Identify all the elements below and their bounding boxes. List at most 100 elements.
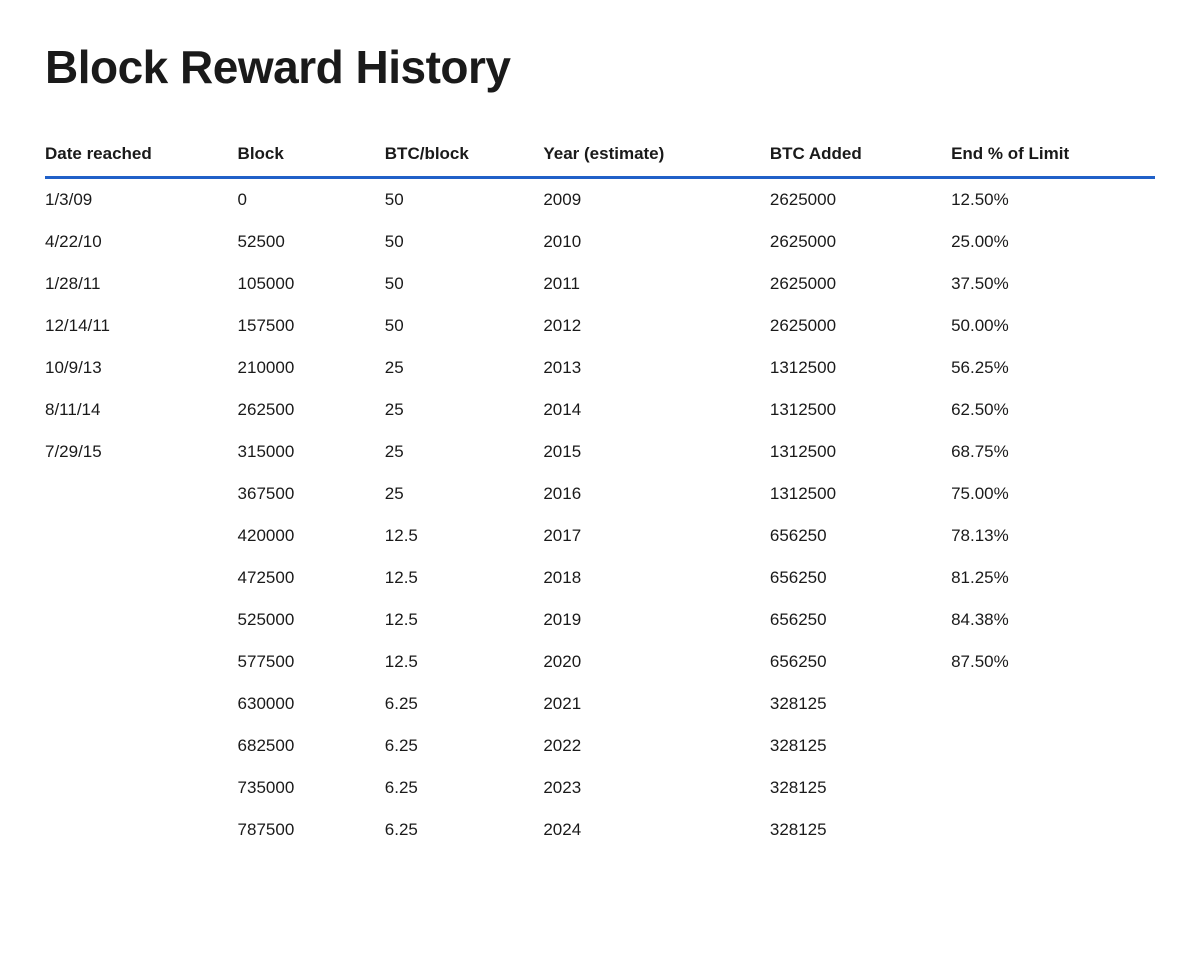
cell-date: 1/28/11 [45, 263, 238, 305]
cell-date: 4/22/10 [45, 221, 238, 263]
cell-btc-block: 25 [385, 473, 544, 515]
cell-date [45, 683, 238, 725]
table-row: 7875006.252024328125 [45, 809, 1155, 851]
cell-year: 2009 [543, 179, 770, 221]
cell-block: 0 [238, 179, 385, 221]
table-row: 367500252016131250075.00% [45, 473, 1155, 515]
cell-btc-block: 12.5 [385, 641, 544, 683]
cell-end-pct: 78.13% [951, 515, 1155, 557]
cell-date [45, 767, 238, 809]
col-header-btc-added: BTC Added [770, 134, 951, 176]
cell-year: 2010 [543, 221, 770, 263]
cell-year: 2016 [543, 473, 770, 515]
cell-btc-added: 2625000 [770, 263, 951, 305]
cell-year: 2013 [543, 347, 770, 389]
cell-date: 8/11/14 [45, 389, 238, 431]
table-row: 8/11/14262500252014131250062.50% [45, 389, 1155, 431]
col-header-btc-block: BTC/block [385, 134, 544, 176]
table-row: 57750012.5202065625087.50% [45, 641, 1155, 683]
col-header-block: Block [238, 134, 385, 176]
cell-end-pct: 50.00% [951, 305, 1155, 347]
cell-block: 157500 [238, 305, 385, 347]
table-row: 52500012.5201965625084.38% [45, 599, 1155, 641]
cell-btc-block: 25 [385, 389, 544, 431]
cell-block: 682500 [238, 725, 385, 767]
cell-end-pct [951, 683, 1155, 725]
cell-date: 7/29/15 [45, 431, 238, 473]
cell-btc-added: 1312500 [770, 431, 951, 473]
cell-date [45, 641, 238, 683]
cell-btc-block: 6.25 [385, 683, 544, 725]
cell-year: 2024 [543, 809, 770, 851]
cell-block: 472500 [238, 557, 385, 599]
cell-btc-block: 50 [385, 179, 544, 221]
cell-btc-block: 25 [385, 431, 544, 473]
cell-year: 2012 [543, 305, 770, 347]
cell-end-pct [951, 809, 1155, 851]
cell-block: 262500 [238, 389, 385, 431]
cell-btc-block: 6.25 [385, 767, 544, 809]
cell-year: 2014 [543, 389, 770, 431]
cell-btc-added: 656250 [770, 641, 951, 683]
cell-end-pct: 56.25% [951, 347, 1155, 389]
cell-btc-block: 50 [385, 221, 544, 263]
table-row: 10/9/13210000252013131250056.25% [45, 347, 1155, 389]
cell-block: 577500 [238, 641, 385, 683]
cell-btc-added: 328125 [770, 809, 951, 851]
table-row: 6825006.252022328125 [45, 725, 1155, 767]
table-row: 7350006.252023328125 [45, 767, 1155, 809]
cell-btc-added: 328125 [770, 683, 951, 725]
table-row: 42000012.5201765625078.13% [45, 515, 1155, 557]
cell-block: 367500 [238, 473, 385, 515]
cell-btc-block: 6.25 [385, 725, 544, 767]
cell-btc-block: 50 [385, 263, 544, 305]
table-row: 6300006.252021328125 [45, 683, 1155, 725]
cell-date [45, 557, 238, 599]
table-row: 12/14/11157500502012262500050.00% [45, 305, 1155, 347]
cell-year: 2023 [543, 767, 770, 809]
cell-end-pct [951, 767, 1155, 809]
table-row: 4/22/1052500502010262500025.00% [45, 221, 1155, 263]
cell-year: 2020 [543, 641, 770, 683]
cell-block: 787500 [238, 809, 385, 851]
cell-end-pct: 68.75% [951, 431, 1155, 473]
table-header-row: Date reached Block BTC/block Year (estim… [45, 134, 1155, 176]
block-reward-table: Date reached Block BTC/block Year (estim… [45, 134, 1155, 851]
cell-end-pct: 12.50% [951, 179, 1155, 221]
cell-year: 2018 [543, 557, 770, 599]
cell-year: 2021 [543, 683, 770, 725]
cell-year: 2011 [543, 263, 770, 305]
cell-btc-block: 25 [385, 347, 544, 389]
cell-block: 420000 [238, 515, 385, 557]
cell-btc-added: 328125 [770, 767, 951, 809]
cell-block: 630000 [238, 683, 385, 725]
cell-end-pct: 37.50% [951, 263, 1155, 305]
cell-end-pct: 25.00% [951, 221, 1155, 263]
cell-btc-block: 50 [385, 305, 544, 347]
cell-btc-added: 1312500 [770, 473, 951, 515]
cell-end-pct: 81.25% [951, 557, 1155, 599]
cell-btc-added: 656250 [770, 557, 951, 599]
cell-btc-added: 1312500 [770, 389, 951, 431]
cell-date: 10/9/13 [45, 347, 238, 389]
cell-block: 525000 [238, 599, 385, 641]
cell-btc-added: 656250 [770, 599, 951, 641]
col-header-year: Year (estimate) [543, 134, 770, 176]
cell-btc-added: 656250 [770, 515, 951, 557]
table-row: 47250012.5201865625081.25% [45, 557, 1155, 599]
cell-btc-block: 12.5 [385, 557, 544, 599]
cell-btc-added: 328125 [770, 725, 951, 767]
cell-date: 1/3/09 [45, 179, 238, 221]
col-header-date: Date reached [45, 134, 238, 176]
cell-date [45, 809, 238, 851]
cell-btc-block: 6.25 [385, 809, 544, 851]
cell-date [45, 515, 238, 557]
cell-date [45, 473, 238, 515]
cell-btc-added: 1312500 [770, 347, 951, 389]
cell-btc-added: 2625000 [770, 221, 951, 263]
cell-year: 2019 [543, 599, 770, 641]
cell-year: 2015 [543, 431, 770, 473]
cell-block: 105000 [238, 263, 385, 305]
cell-end-pct: 87.50% [951, 641, 1155, 683]
cell-end-pct [951, 725, 1155, 767]
